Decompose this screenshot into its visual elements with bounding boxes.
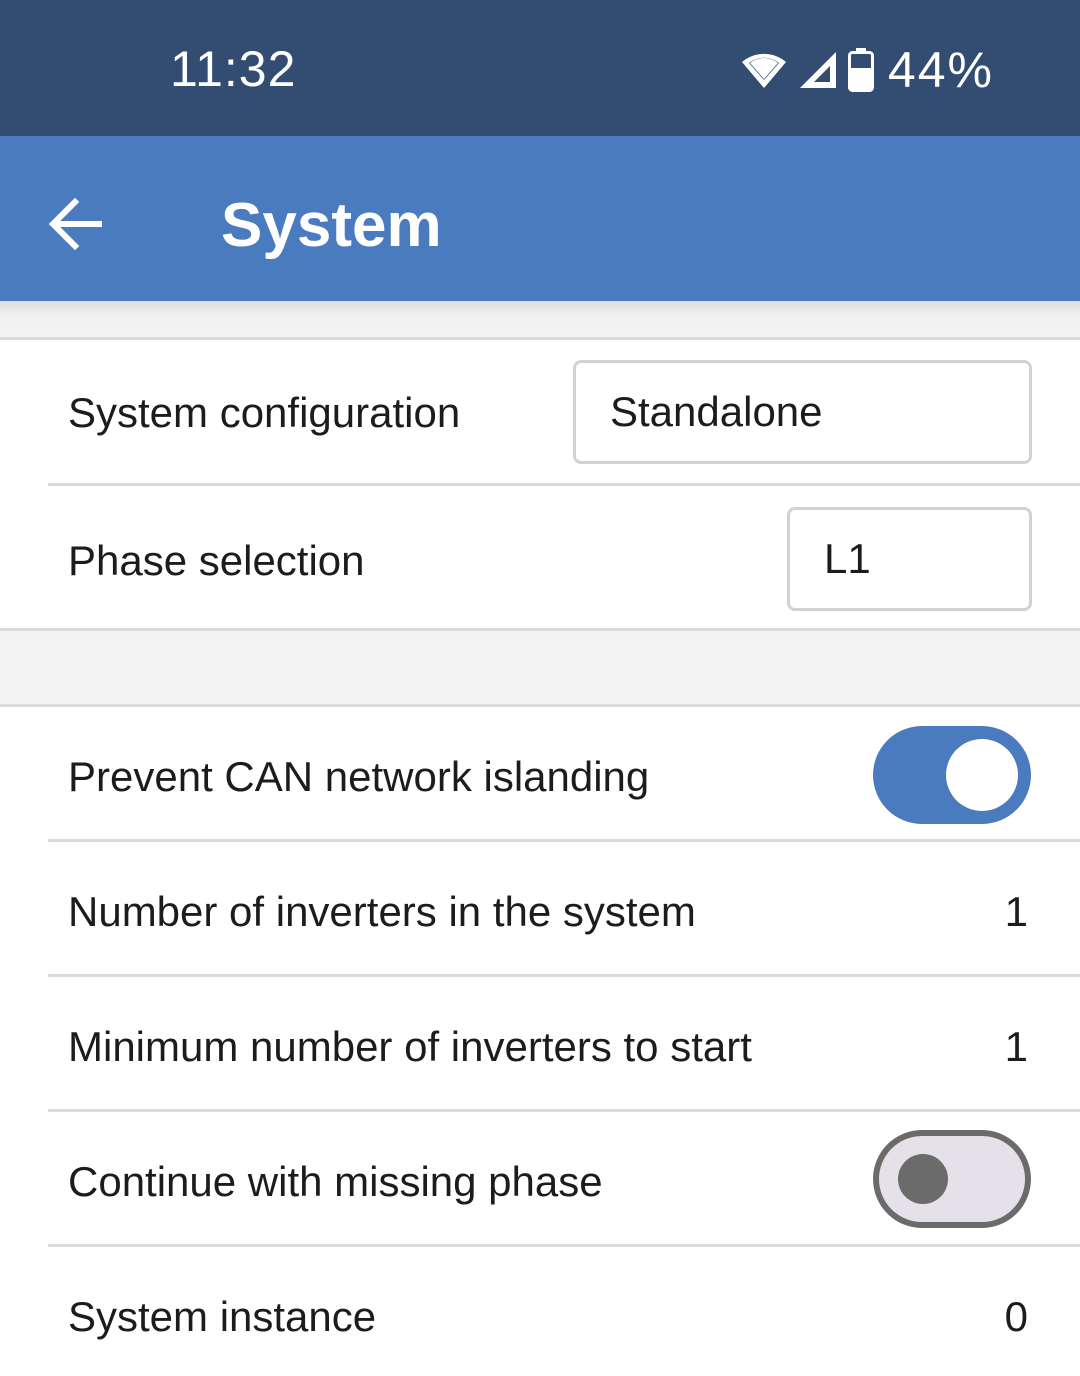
phase-selection-label: Phase selection: [68, 537, 365, 584]
system-instance-row: System instance 0: [0, 1247, 1080, 1376]
wifi-icon: [740, 50, 788, 90]
settings-group-inverters: Prevent CAN network islanding Number of …: [0, 704, 1080, 1376]
min-inverters-to-start-row: Minimum number of inverters to start 1: [0, 977, 1080, 1109]
prevent-can-islanding-row: Prevent CAN network islanding: [0, 707, 1080, 839]
continue-missing-phase-row: Continue with missing phase: [0, 1112, 1080, 1244]
min-inverters-to-start-label: Minimum number of inverters to start: [68, 1023, 752, 1070]
page-title: System: [221, 191, 442, 260]
phase-selection-row: Phase selection L1: [0, 486, 1080, 628]
system-instance-label: System instance: [68, 1293, 377, 1340]
status-bar: 11:32 44%: [0, 0, 1080, 136]
system-configuration-label: System configuration: [68, 389, 461, 436]
arrow-left-icon: [47, 197, 103, 255]
section-gap: [0, 631, 1080, 704]
prevent-can-islanding-toggle[interactable]: [873, 726, 1031, 824]
status-time: 11:32: [170, 41, 297, 97]
number-of-inverters-label: Number of inverters in the system: [68, 888, 696, 935]
phase-selection-value: L1: [824, 535, 871, 582]
settings-group-configuration: System configuration Standalone Phase se…: [0, 337, 1080, 631]
system-instance-value: 0: [1004, 1293, 1028, 1340]
system-configuration-value: Standalone: [610, 388, 823, 435]
back-button[interactable]: [40, 191, 110, 261]
min-inverters-to-start-value: 1: [1004, 1023, 1028, 1070]
toggle-knob: [898, 1154, 948, 1204]
cell-signal-icon: [798, 50, 838, 90]
phase-selection-select[interactable]: L1: [787, 507, 1032, 611]
prevent-can-islanding-label: Prevent CAN network islanding: [68, 753, 650, 800]
battery-icon: [847, 48, 874, 92]
app-bar-shadow: [0, 301, 1080, 338]
continue-missing-phase-toggle[interactable]: [873, 1130, 1031, 1228]
number-of-inverters-value: 1: [1004, 888, 1028, 935]
continue-missing-phase-label: Continue with missing phase: [68, 1158, 603, 1205]
battery-percent: 44%: [887, 42, 994, 98]
status-icons: 44%: [740, 42, 994, 98]
number-of-inverters-row: Number of inverters in the system 1: [0, 842, 1080, 974]
toggle-knob: [946, 739, 1018, 811]
system-configuration-row: System configuration Standalone: [0, 340, 1080, 483]
app-bar: System: [0, 136, 1080, 301]
system-configuration-select[interactable]: Standalone: [573, 360, 1032, 464]
